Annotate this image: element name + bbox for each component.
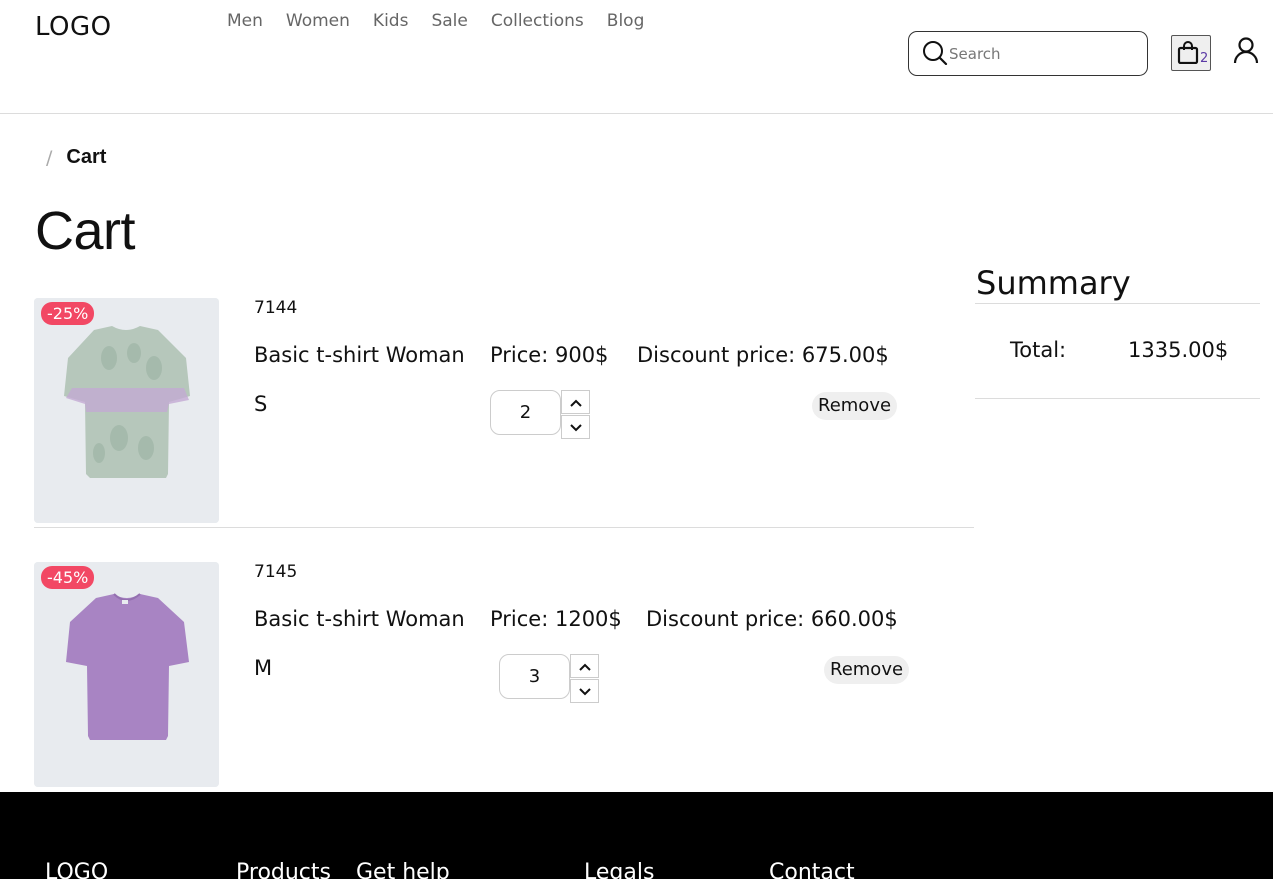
footer-legals-heading: Legals — [584, 860, 655, 879]
main-nav: Men Women Kids Sale Collections Blog — [227, 11, 667, 31]
search-box[interactable] — [908, 31, 1148, 76]
summary-title: Summary — [976, 264, 1131, 302]
chevron-up-icon — [569, 393, 583, 412]
summary-total-label: Total: — [1010, 338, 1067, 362]
product-size: M — [254, 656, 273, 680]
nav-kids[interactable]: Kids — [373, 11, 409, 31]
nav-sale[interactable]: Sale — [431, 11, 467, 31]
site-header: LOGO Men Women Kids Sale Collections Blo… — [0, 0, 1273, 114]
footer-logo[interactable]: LOGO — [45, 860, 108, 879]
chevron-down-icon — [569, 418, 583, 437]
nav-collections[interactable]: Collections — [491, 11, 584, 31]
chevron-down-icon — [578, 682, 592, 701]
quantity-increase-button[interactable] — [570, 654, 599, 678]
quantity-increase-button[interactable] — [561, 390, 590, 414]
product-price: Price: 900$ — [490, 343, 609, 367]
quantity-input[interactable]: 2 — [490, 390, 561, 435]
product-name: Basic t-shirt Woman — [254, 607, 465, 631]
product-sku: 7145 — [254, 562, 298, 582]
product-size: S — [254, 392, 268, 416]
product-price: Price: 1200$ — [490, 607, 622, 631]
chevron-up-icon — [578, 657, 592, 676]
product-image[interactable]: -45% — [34, 562, 219, 787]
cart-item: -45% 7145 Basic t-shirt Woman Price: 120… — [34, 562, 974, 787]
product-image[interactable]: -25% — [34, 298, 219, 523]
summary-divider — [975, 398, 1260, 399]
cart-count-badge: 2 — [1200, 51, 1209, 66]
product-discount-price: Discount price: 675.00$ — [637, 343, 889, 367]
discount-badge: -25% — [41, 302, 95, 325]
product-discount-price: Discount price: 660.00$ — [646, 607, 898, 631]
summary-total-value: 1335.00$ — [1128, 338, 1229, 362]
footer-get-help-heading: Get help — [356, 860, 450, 879]
nav-women[interactable]: Women — [286, 11, 350, 31]
logo[interactable]: LOGO — [35, 12, 112, 42]
breadcrumb: / Cart — [46, 146, 106, 169]
quantity-decrease-button[interactable] — [561, 415, 590, 439]
discount-badge: -45% — [41, 566, 95, 589]
footer-products-heading: Products — [236, 860, 331, 879]
breadcrumb-current: Cart — [66, 146, 107, 168]
site-footer: LOGO Products Get help Legals Contact — [0, 792, 1273, 879]
remove-button[interactable]: Remove — [812, 392, 898, 420]
summary-divider — [975, 303, 1260, 304]
page-title: Cart — [35, 201, 136, 261]
breadcrumb-separator: / — [46, 146, 53, 169]
cart-item: -25% 7144 Basic t-shirt Woman Price: 900… — [34, 298, 974, 528]
nav-blog[interactable]: Blog — [607, 11, 645, 31]
remove-button[interactable]: Remove — [824, 656, 910, 684]
quantity-decrease-button[interactable] — [570, 679, 599, 703]
cart-button[interactable]: 2 — [1171, 35, 1211, 71]
search-icon — [922, 39, 948, 69]
nav-men[interactable]: Men — [227, 11, 263, 31]
quantity-input[interactable]: 3 — [499, 654, 570, 699]
footer-contact-heading: Contact — [769, 860, 855, 879]
user-icon[interactable] — [1233, 36, 1259, 66]
product-sku: 7144 — [254, 298, 298, 318]
search-input[interactable] — [949, 44, 1129, 63]
product-name: Basic t-shirt Woman — [254, 343, 465, 367]
